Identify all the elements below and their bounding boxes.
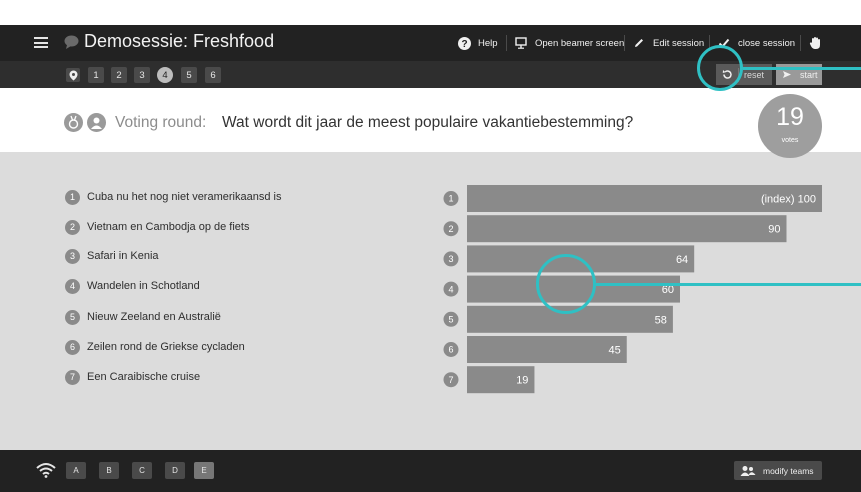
bar-value-label: 90 [768, 224, 780, 236]
team-d-button[interactable]: D [165, 462, 185, 479]
round-3-button[interactable]: 3 [134, 67, 150, 83]
close-session-label: close session [738, 37, 796, 49]
bar-value-label: 45 [609, 345, 621, 357]
results-panel: 1 Cuba nu het nog niet veramerikaansd is … [0, 152, 861, 450]
bar-value-label: (index) 100 [761, 194, 816, 206]
highlight-ring-reset [697, 45, 743, 91]
bar-index-label: 4 [448, 284, 453, 294]
wifi-icon [36, 463, 56, 478]
play-icon [783, 71, 791, 78]
svg-text:?: ? [461, 39, 467, 50]
question-text: Wat wordt dit jaar de meest populaire va… [222, 114, 634, 131]
bar-value-label: 58 [655, 314, 667, 326]
team-e-button-selected[interactable]: E [194, 462, 214, 479]
start-label: start [800, 69, 818, 80]
divider [506, 35, 507, 51]
modify-teams-label: modify teams [763, 465, 814, 476]
question-circle-icon: ? [456, 35, 472, 51]
presenter-screen: Demosessie: Freshfood ? Help Open beamer… [0, 0, 861, 492]
open-beamer-label: Open beamer screen [535, 37, 625, 49]
highlight-ring-bar [536, 254, 596, 314]
location-pin-icon [69, 70, 77, 80]
location-pin-button[interactable] [66, 68, 80, 82]
votes-count: 19 [776, 103, 804, 131]
bar-index-label: 5 [448, 315, 453, 325]
open-beamer-button[interactable]: Open beamer screen [513, 33, 624, 53]
session-title: Demosessie: Freshfood [84, 31, 275, 51]
bottom-bar: A B C D E modify teams [0, 450, 861, 492]
result-bar [467, 336, 627, 363]
team-b-button[interactable]: B [99, 462, 119, 479]
edit-session-label: Edit session [653, 37, 705, 49]
bar-value-label: 19 [516, 375, 528, 387]
medal-icon [64, 113, 83, 132]
votes-counter: 19 votes [758, 94, 822, 158]
bar-index-label: 1 [448, 194, 453, 204]
round-1-button[interactable]: 1 [88, 67, 104, 83]
round-2-button[interactable]: 2 [111, 67, 127, 83]
help-label: Help [478, 37, 498, 49]
bar-value-label: 64 [676, 254, 688, 266]
edit-session-button[interactable]: Edit session [631, 33, 704, 53]
divider [800, 35, 801, 51]
speech-bubble-icon [64, 35, 79, 49]
team-a-button[interactable]: A [66, 462, 86, 479]
modify-teams-button[interactable]: modify teams [734, 461, 822, 480]
people-icon [740, 465, 756, 476]
result-bar [467, 215, 787, 243]
help-button[interactable]: ? Help [456, 33, 498, 53]
bar-index-label: 2 [448, 224, 453, 234]
hand-icon [807, 35, 823, 51]
results-bar-chart: 1 (index) 1002 903 644 605 586 457 19 [443, 185, 822, 394]
team-c-button[interactable]: C [132, 462, 152, 479]
monitor-icon [513, 35, 529, 51]
pencil-icon [631, 35, 647, 51]
person-icon [87, 113, 106, 132]
votes-label: votes [781, 137, 799, 144]
divider [624, 35, 625, 51]
round-4-button-active[interactable]: 4 [157, 67, 173, 83]
round-6-button[interactable]: 6 [205, 67, 221, 83]
round-5-button[interactable]: 5 [181, 67, 197, 83]
voting-round-label: Voting round: [115, 114, 207, 131]
bar-index-label: 7 [448, 375, 453, 385]
hamburger-menu-icon[interactable] [34, 37, 48, 48]
bar-index-label: 6 [448, 345, 453, 355]
highlight-pointer-line [596, 283, 861, 286]
highlight-pointer-line [743, 67, 861, 70]
hand-button[interactable] [807, 33, 829, 53]
reset-label: reset [744, 69, 765, 80]
bar-index-label: 3 [448, 254, 453, 264]
question-bar: Voting round: Wat wordt dit jaar de mees… [0, 88, 861, 158]
